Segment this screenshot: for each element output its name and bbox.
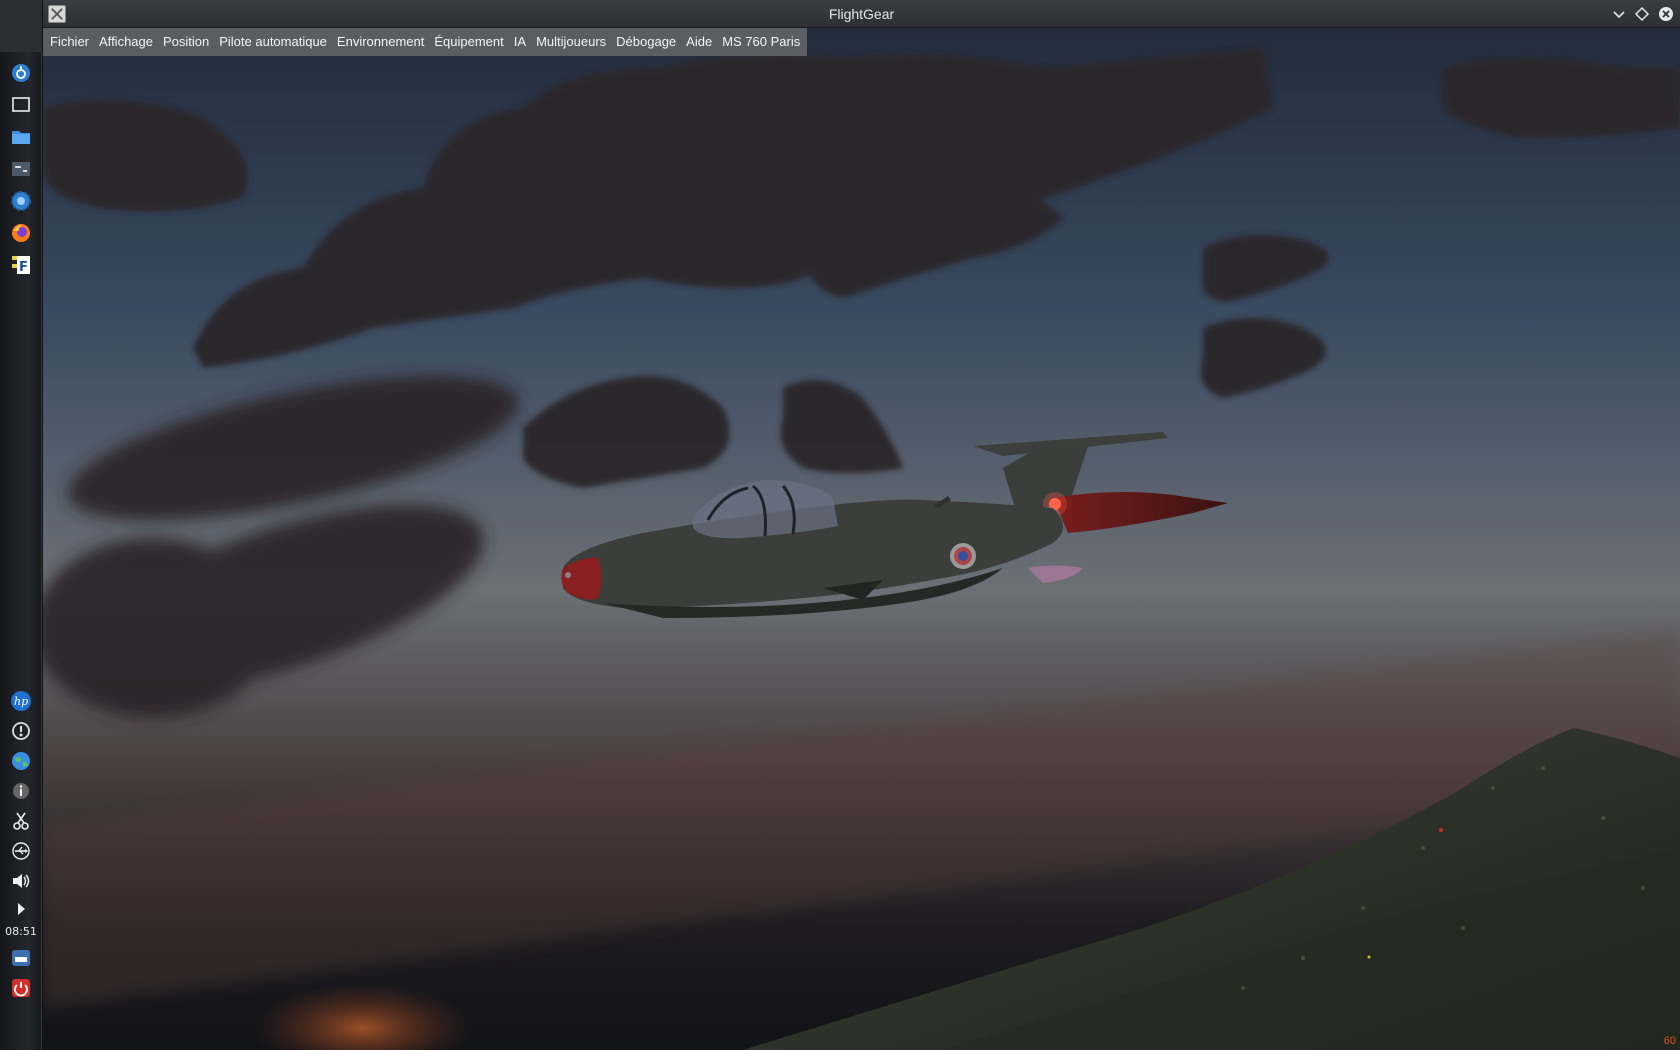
menu-aide[interactable]: Aide bbox=[681, 28, 717, 56]
flight-scene-viewport[interactable] bbox=[43, 28, 1680, 1050]
power-icon[interactable] bbox=[8, 975, 34, 1001]
left-taskbar: F hp 08:51 bbox=[0, 52, 42, 1050]
close-button[interactable] bbox=[1657, 5, 1675, 23]
menu-ia[interactable]: IA bbox=[509, 28, 531, 56]
menu-equipement[interactable]: Équipement bbox=[429, 28, 508, 56]
hp-icon[interactable]: hp bbox=[8, 688, 34, 714]
window-titlebar[interactable]: FlightGear bbox=[43, 0, 1680, 28]
menu-position[interactable]: Position bbox=[158, 28, 214, 56]
menu-environnement[interactable]: Environnement bbox=[332, 28, 429, 56]
close-icon bbox=[1659, 7, 1673, 21]
menu-pilote-automatique[interactable]: Pilote automatique bbox=[214, 28, 332, 56]
firefox-icon[interactable] bbox=[8, 220, 34, 246]
update-icon[interactable] bbox=[8, 718, 34, 744]
volume-icon[interactable] bbox=[8, 868, 34, 894]
app-menu-icon[interactable] bbox=[8, 60, 34, 86]
diamond-icon bbox=[1634, 6, 1650, 22]
file-manager-icon[interactable] bbox=[8, 124, 34, 150]
svg-text:hp: hp bbox=[14, 695, 28, 708]
expand-arrow-icon[interactable] bbox=[8, 896, 34, 922]
settings-panel-icon[interactable] bbox=[8, 156, 34, 182]
menu-fichier[interactable]: Fichier bbox=[45, 28, 94, 56]
network-globe-icon[interactable] bbox=[8, 748, 34, 774]
storage-icon[interactable] bbox=[8, 945, 34, 971]
maximize-button[interactable] bbox=[1633, 5, 1651, 23]
usb-icon[interactable] bbox=[8, 838, 34, 864]
system-settings-icon[interactable] bbox=[8, 188, 34, 214]
scene-render bbox=[43, 28, 1680, 1050]
chevron-down-icon bbox=[1613, 11, 1625, 19]
menu-multijoueurs[interactable]: Multijoueurs bbox=[531, 28, 611, 56]
menubar: Fichier Affichage Position Pilote automa… bbox=[43, 28, 808, 56]
svg-text:F: F bbox=[19, 260, 28, 275]
flightgear-window: FlightGear Fichier Affichage Position Pi… bbox=[43, 0, 1680, 1050]
scissors-icon[interactable] bbox=[8, 808, 34, 834]
window-title: FlightGear bbox=[828, 6, 895, 22]
menu-aircraft[interactable]: MS 760 Paris bbox=[717, 28, 805, 56]
menu-debogage[interactable]: Débogage bbox=[611, 28, 681, 56]
fps-counter: 60 bbox=[1663, 1035, 1676, 1047]
menu-affichage[interactable]: Affichage bbox=[94, 28, 158, 56]
panel-top-strip bbox=[0, 0, 42, 52]
info-icon[interactable] bbox=[8, 778, 34, 804]
flightgear-icon[interactable]: F bbox=[8, 252, 34, 278]
minimize-button[interactable] bbox=[1610, 5, 1628, 23]
desktop-icon[interactable] bbox=[8, 92, 34, 118]
panel-clock[interactable]: 08:51 bbox=[0, 925, 42, 938]
